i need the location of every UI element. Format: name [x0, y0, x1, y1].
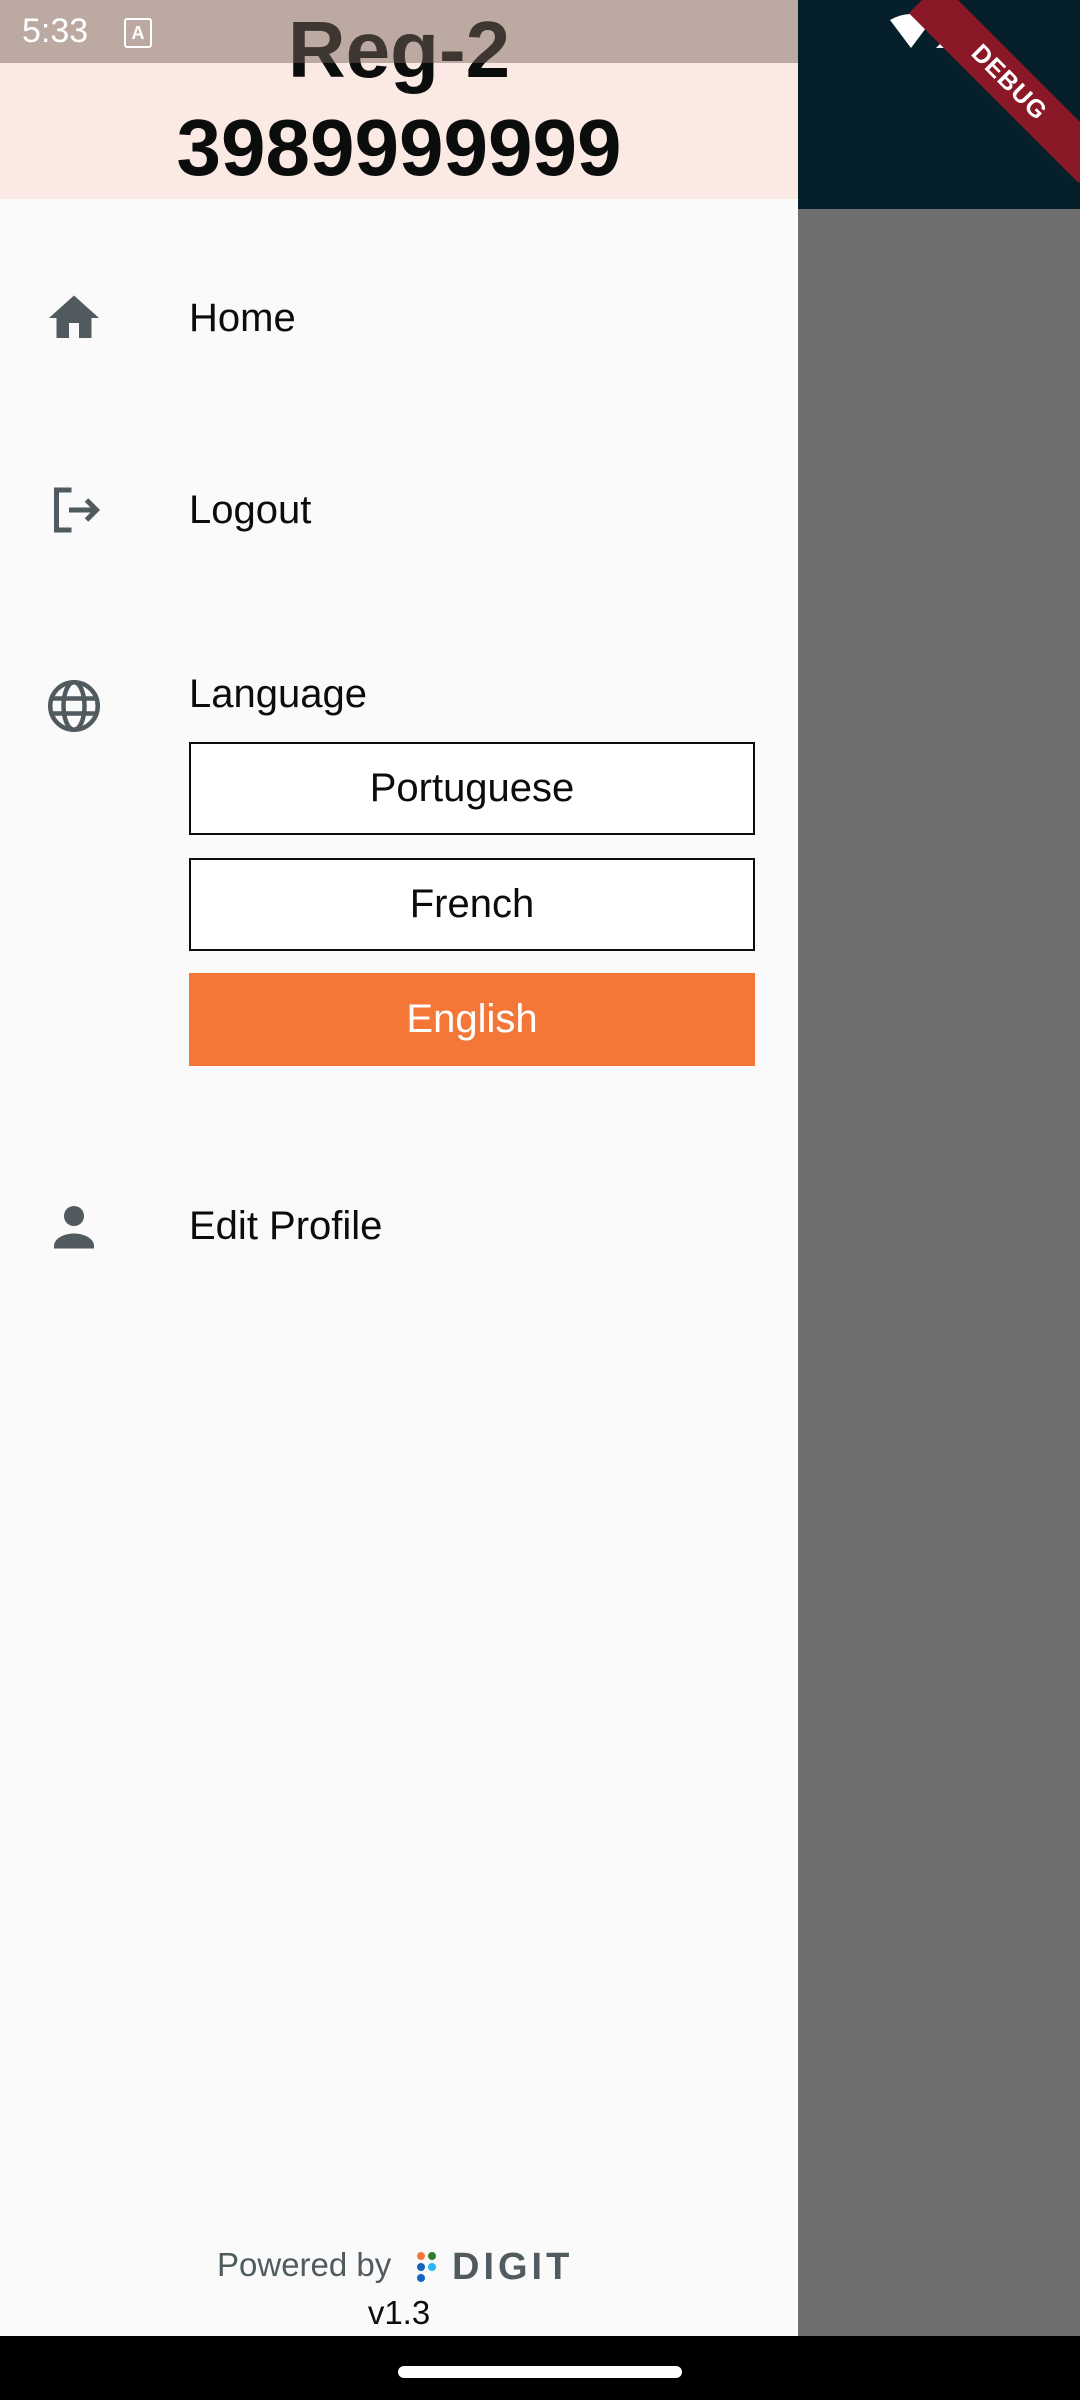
menu-item-label: Language: [189, 672, 367, 716]
system-navigation-bar: [0, 2336, 1080, 2400]
menu-item-edit-profile[interactable]: Edit Profile: [0, 1178, 798, 1274]
digit-brand-text: DIGIT: [452, 2246, 574, 2288]
menu-item-logout[interactable]: Logout: [0, 462, 798, 558]
menu-item-label: Home: [189, 296, 296, 340]
app-version: v1.3: [367, 2294, 431, 2331]
powered-by-footer: Powered by DIGIT: [0, 2236, 798, 2296]
status-bar-tint: [0, 0, 798, 63]
home-gesture-handle[interactable]: [398, 2366, 682, 2378]
status-time: 5:33: [22, 12, 89, 50]
person-icon: [54, 1206, 94, 1249]
navigation-drawer: Reg-2 3989999999 Home Logout Language Po…: [0, 0, 798, 2336]
home-icon: [49, 295, 99, 338]
globe-icon: [48, 680, 100, 732]
digit-dots-icon: [417, 2252, 436, 2282]
menu-item-label: Edit Profile: [189, 1204, 383, 1248]
menu-item-label: Logout: [189, 488, 312, 532]
language-option-portuguese[interactable]: Portuguese: [189, 742, 755, 835]
logout-icon: [54, 487, 101, 533]
language-option-english[interactable]: English: [189, 973, 755, 1066]
user-phone: 3989999999: [176, 103, 622, 192]
menu-item-home[interactable]: Home: [0, 270, 798, 366]
powered-by-text: Powered by: [217, 2246, 392, 2283]
digit-logo: DIGIT: [414, 2246, 584, 2288]
language-option-french[interactable]: French: [189, 858, 755, 951]
notification-a-icon: A: [124, 18, 152, 48]
